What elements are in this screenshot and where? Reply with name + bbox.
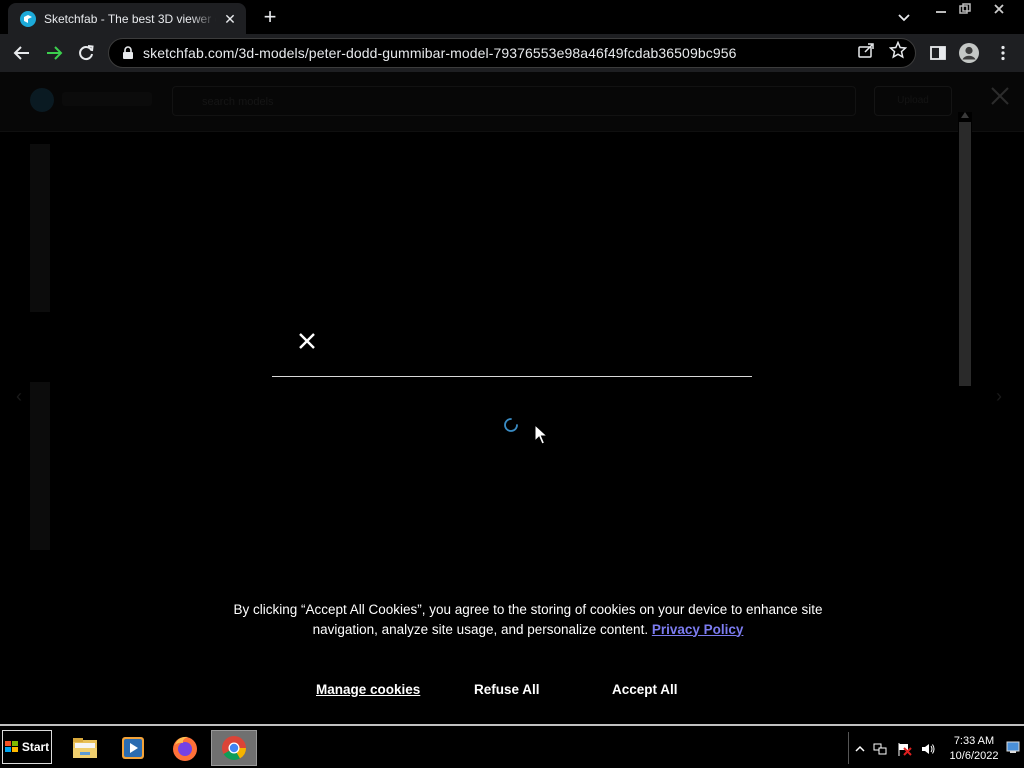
page-content: search models Upload ‹ › By clicking “Ac… — [0, 72, 1024, 724]
scroll-up-arrow-icon[interactable] — [961, 112, 969, 118]
chrome-icon — [222, 736, 246, 761]
profile-avatar-icon[interactable] — [957, 41, 981, 65]
overlay-close-icon[interactable] — [988, 84, 1012, 108]
taskbar: Start 7:33 AM 10/6/2022 — [0, 724, 1024, 768]
start-button[interactable]: Start — [2, 730, 52, 764]
restore-window-icon[interactable] — [950, 0, 980, 18]
cookie-consent-message: By clicking “Accept All Cookies”, you ag… — [232, 600, 824, 639]
forward-arrow-icon[interactable] — [42, 41, 66, 65]
tab-close-icon[interactable]: ✕ — [222, 11, 238, 27]
modal-close-icon[interactable] — [296, 330, 318, 352]
browser-menu-kebab-icon[interactable] — [991, 41, 1015, 65]
volume-speaker-icon[interactable] — [920, 741, 936, 757]
site-search-placeholder: search models — [202, 96, 274, 108]
site-header-dimmed: search models Upload — [0, 72, 1024, 132]
windows-flag-icon — [4, 741, 18, 752]
bg-prev-arrow-icon: ‹ — [16, 386, 22, 406]
close-window-icon[interactable] — [984, 0, 1014, 18]
scrollbar-thumb[interactable] — [959, 122, 971, 386]
site-upload-button: Upload — [874, 86, 952, 116]
taskbar-media-player[interactable] — [110, 730, 156, 766]
side-panel-icon[interactable] — [926, 41, 950, 65]
clock-date: 10/6/2022 — [949, 750, 999, 762]
taskbar-chrome[interactable] — [211, 730, 257, 766]
folder-icon — [73, 738, 97, 758]
sketchfab-logo-icon — [30, 88, 54, 112]
clock-time: 7:33 AM — [953, 735, 995, 747]
address-url: sketchfab.com/3d-models/peter-dodd-gummi… — [143, 45, 737, 61]
lock-icon[interactable] — [121, 46, 135, 60]
tray-separator — [848, 732, 849, 764]
modal-divider — [272, 376, 752, 377]
reload-icon[interactable] — [74, 41, 98, 65]
site-search-bar — [172, 86, 856, 116]
sketchfab-favicon-icon — [20, 10, 36, 27]
browser-toolbar: sketchfab.com/3d-models/peter-dodd-gummi… — [0, 34, 1024, 72]
network-icon[interactable] — [872, 741, 888, 757]
bg-next-arrow-icon: › — [996, 386, 1002, 406]
taskbar-firefox[interactable] — [162, 730, 208, 766]
address-bar[interactable]: sketchfab.com/3d-models/peter-dodd-gummi… — [108, 38, 916, 68]
bookmark-star-icon[interactable] — [889, 41, 907, 59]
tab-title: Sketchfab - The best 3D viewer on the we… — [44, 11, 216, 26]
browser-tabstrip: Sketchfab - The best 3D viewer on the we… — [0, 0, 1024, 34]
firefox-icon — [173, 736, 197, 761]
taskbar-file-explorer[interactable] — [62, 730, 108, 766]
show-desktop-icon[interactable] — [1006, 740, 1020, 754]
manage-cookies-button[interactable]: Manage cookies — [316, 682, 420, 697]
share-icon[interactable] — [857, 41, 875, 59]
bg-side-panel-bottom — [30, 382, 50, 550]
taskbar-clock[interactable]: 7:33 AM 10/6/2022 — [944, 734, 1004, 764]
bg-side-panel-top — [30, 144, 50, 312]
refuse-all-button[interactable]: Refuse All — [474, 682, 540, 697]
accept-all-button[interactable]: Accept All — [612, 682, 678, 697]
tab-search-chevron-icon[interactable] — [893, 8, 915, 28]
privacy-policy-link[interactable]: Privacy Policy — [652, 622, 744, 637]
back-arrow-icon[interactable] — [10, 41, 34, 65]
browser-tab[interactable]: Sketchfab - The best 3D viewer on the we… — [8, 3, 246, 34]
mouse-cursor-icon — [534, 423, 549, 446]
new-tab-button[interactable]: + — [258, 6, 282, 30]
start-label: Start — [21, 740, 50, 754]
show-hidden-icons-chevron-icon[interactable] — [852, 741, 868, 757]
action-center-flag-icon[interactable] — [896, 741, 912, 757]
site-logo-text — [62, 92, 152, 106]
media-player-icon — [122, 737, 144, 759]
loading-spinner-icon — [503, 417, 519, 433]
